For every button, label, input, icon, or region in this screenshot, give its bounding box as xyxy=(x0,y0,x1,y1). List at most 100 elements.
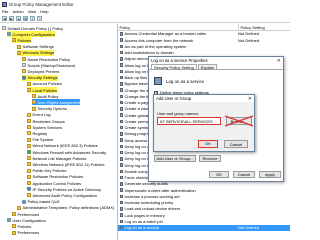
tab-explain[interactable]: Explain xyxy=(197,64,217,70)
policy-setting-value xyxy=(238,50,288,56)
tree-item[interactable]: Preferences xyxy=(12,230,39,236)
tree-item[interactable]: Name Resolution Policy xyxy=(22,56,70,62)
tree-item[interactable]: Local Policies xyxy=(27,87,57,93)
tree-item[interactable]: Administrative Templates: Policy definit… xyxy=(17,205,114,211)
add-dialog-cancel-button[interactable]: Cancel xyxy=(224,140,248,148)
policy-setting-value xyxy=(238,200,288,206)
pc-icon xyxy=(7,218,11,223)
tree-item-label: Computer Configuration xyxy=(12,31,55,37)
policy-icon xyxy=(119,50,123,55)
tree-item-label: User Rights Assignment xyxy=(37,99,81,105)
up-folder-icon[interactable]: ▲ xyxy=(16,15,21,21)
policy-setting-value xyxy=(238,194,288,200)
tree-item-label: Preferences xyxy=(17,230,40,236)
tree-item-label: Network List Manager Policies xyxy=(32,155,87,161)
forward-icon[interactable]: ▶ xyxy=(9,15,14,21)
properties-apply-button[interactable]: Apply xyxy=(259,171,281,178)
folder-icon xyxy=(22,57,26,61)
tree-item[interactable]: Deployed Printers xyxy=(22,68,59,74)
policy-icon xyxy=(119,144,123,149)
policy-name: Lock pages in memory xyxy=(124,212,165,218)
tree-item[interactable]: IP Security Policies on Active Directory xyxy=(27,186,101,192)
tree-item[interactable]: Preferences xyxy=(12,211,39,217)
tree-item[interactable]: Default Domain Policy [ ] Policy xyxy=(2,25,63,31)
green-icon xyxy=(27,150,31,154)
tree-item[interactable]: Windows Settings xyxy=(17,49,55,56)
tree-item[interactable]: Audit Policy xyxy=(32,93,58,99)
add-dialog-ok-button[interactable]: OK xyxy=(198,140,218,148)
menu-item-file[interactable]: File xyxy=(2,9,8,14)
tree-item[interactable]: Computer Configuration xyxy=(7,31,55,38)
column-header-setting[interactable]: Policy Setting xyxy=(238,24,290,31)
policy-icon xyxy=(119,113,123,117)
policy-name: Increase a process working set xyxy=(124,193,180,199)
tree-item[interactable]: Registry xyxy=(27,130,47,136)
policy-setting-value xyxy=(238,206,288,212)
tree-item-label: Public Key Policies xyxy=(32,168,67,174)
tree-item[interactable]: Software Settings xyxy=(17,44,54,50)
tree-item-label: Account Policies xyxy=(32,81,62,87)
tree-item[interactable]: Wireless Network (IEEE 802.11) Policies xyxy=(27,161,104,167)
policy-icon xyxy=(119,188,123,192)
tree-item[interactable]: Windows Firewall with Advanced Security xyxy=(27,149,106,155)
add-dialog-titlebar: Add User or Group ✕ xyxy=(154,95,254,102)
help-icon[interactable]: ? xyxy=(37,15,42,21)
folder-icon xyxy=(12,230,16,235)
toolbar: ◀ ▶ ▲ ▤ ⇪ ? xyxy=(0,14,290,23)
policy-icon xyxy=(119,94,123,99)
folder-icon xyxy=(17,205,21,210)
properties-ok-button[interactable]: OK xyxy=(209,171,229,178)
policy-icon xyxy=(119,150,123,155)
tree-item[interactable]: Security Settings xyxy=(22,74,58,81)
close-icon[interactable]: ✕ xyxy=(248,96,252,102)
crossed-out-annotation xyxy=(224,115,254,127)
tree-item[interactable]: File System xyxy=(27,137,53,143)
folder-icon xyxy=(27,131,31,136)
tree-item[interactable]: Event Log xyxy=(27,112,51,118)
tree-item[interactable]: Public Key Policies xyxy=(27,168,66,174)
show-hide-tree-icon[interactable]: ▤ xyxy=(23,15,28,21)
policy-icon xyxy=(119,75,123,80)
tree-item[interactable]: Application Control Policies xyxy=(27,180,81,186)
tree-item[interactable]: Policies xyxy=(12,223,31,229)
policy-icon xyxy=(119,44,123,49)
properties-cancel-button[interactable]: Cancel xyxy=(233,171,255,178)
menu-item-action[interactable]: Action xyxy=(12,9,23,14)
tree-item[interactable]: Policies xyxy=(12,37,32,44)
menu-item-view[interactable]: View xyxy=(28,9,37,14)
tree-item-label: Audit Policy xyxy=(37,93,59,99)
tree-item-label: User Configuration xyxy=(12,217,46,223)
tree-item-label: Software Restriction Policies xyxy=(32,174,84,180)
close-icon[interactable]: ✕ xyxy=(277,58,281,64)
add-user-or-group-button[interactable]: Add User or Group... xyxy=(154,155,196,162)
policy-icon xyxy=(119,194,123,199)
folder-icon xyxy=(27,174,31,179)
tab-security-policy-setting[interactable]: Security Policy Setting xyxy=(151,64,197,70)
tree-item[interactable]: Policy-based QoS xyxy=(22,199,60,205)
remove-button[interactable]: Remove xyxy=(199,155,221,162)
tree-item[interactable]: Wired Network (IEEE 802.3) Policies xyxy=(27,143,98,149)
tree-item[interactable]: Network List Manager Policies xyxy=(27,155,86,161)
tree-item[interactable]: Advanced Audit Policy Configuration xyxy=(27,192,97,198)
policy-icon xyxy=(119,213,123,217)
policy-setting-value xyxy=(238,212,288,218)
folder-icon xyxy=(27,88,31,92)
column-header-policy[interactable]: Policy xyxy=(118,24,238,31)
export-list-icon[interactable]: ⇪ xyxy=(30,15,35,21)
tree-item[interactable]: Scripts (Startup/Shutdown) xyxy=(22,62,75,68)
tree-item[interactable]: Restricted Groups xyxy=(27,118,65,124)
tree-item[interactable]: Security Options xyxy=(32,106,67,112)
tree-item[interactable]: Account Policies xyxy=(27,81,62,87)
menu-item-help[interactable]: Help xyxy=(40,9,48,14)
tree-item[interactable]: User Rights Assignment xyxy=(32,99,81,106)
user-group-names-input[interactable] xyxy=(157,117,221,125)
folder-icon xyxy=(27,168,31,173)
folder-icon xyxy=(27,81,31,86)
tree-item[interactable]: User Configuration xyxy=(7,217,46,223)
tree-item[interactable]: Software Restriction Policies xyxy=(27,174,83,180)
policy-setting-value: Not Defined xyxy=(238,37,260,43)
policy-icon xyxy=(119,32,123,36)
back-icon[interactable]: ◀ xyxy=(2,15,7,21)
tree-item[interactable]: System Services xyxy=(27,124,62,130)
policy-name: Impersonate a client after authenticatio… xyxy=(124,187,196,193)
